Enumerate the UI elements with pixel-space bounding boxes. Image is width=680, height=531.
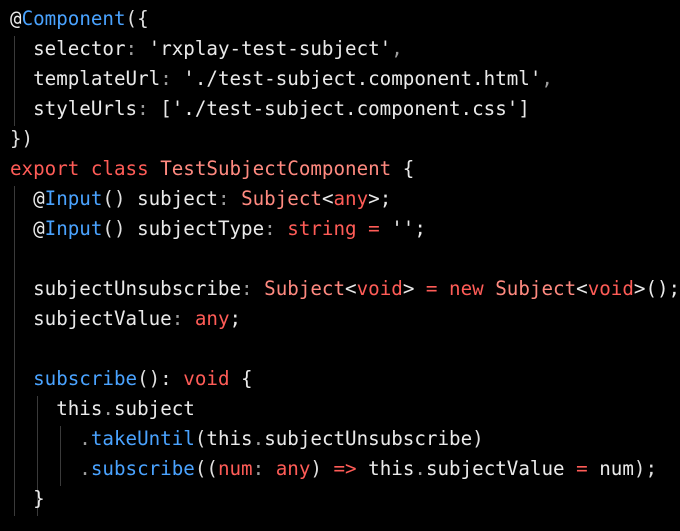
- code-token: }: [10, 487, 45, 510]
- code-token: void: [356, 277, 403, 300]
- code-line: @Input() subjectType: string = '';: [10, 214, 426, 244]
- code-token: Subject: [229, 187, 322, 210]
- code-token: this: [10, 397, 103, 420]
- code-token: ;: [414, 217, 426, 240]
- code-token: ;: [229, 307, 242, 330]
- code-token: num: [217, 457, 253, 480]
- code-token: .: [10, 427, 91, 450]
- code-line: subjectValue: any;: [10, 304, 241, 334]
- code-token: (: [194, 427, 207, 450]
- code-token: subjectType: [125, 217, 265, 240]
- code-line: this.subject: [10, 394, 195, 424]
- code-token: @: [10, 7, 22, 30]
- code-token: @: [10, 217, 45, 240]
- code-token: .: [414, 457, 426, 480]
- code-token: void: [587, 277, 634, 300]
- code-token: takeUntil: [90, 427, 195, 450]
- code-editor[interactable]: @Component({ selector: 'rxplay-test-subj…: [0, 0, 680, 531]
- code-line: selector: 'rxplay-test-subject',: [10, 34, 403, 64]
- code-token: templateUrl: [10, 67, 161, 90]
- code-token: .: [252, 427, 265, 450]
- code-token: =: [356, 217, 380, 240]
- code-token: (): [102, 187, 126, 210]
- code-token: <: [321, 187, 334, 210]
- code-token: ): [472, 427, 484, 450]
- code-token: ,: [541, 67, 553, 90]
- code-token: selector: [10, 37, 126, 60]
- code-token: :: [137, 97, 149, 120]
- code-line: styleUrls: ['./test-subject.component.cs…: [10, 94, 530, 124]
- code-token: ['./test-subject.component.css']: [148, 97, 530, 120]
- code-line: subjectUnsubscribe: Subject<void> = new …: [10, 274, 680, 304]
- code-token: any: [264, 457, 311, 480]
- code-token: TestSubjectComponent: [148, 157, 392, 180]
- code-token: (): [102, 217, 126, 240]
- code-token: :: [217, 187, 230, 210]
- code-line: export class TestSubjectComponent {: [10, 154, 414, 184]
- code-token: Input: [44, 217, 103, 240]
- code-line: @Input() subject: Subject<any>;: [10, 184, 391, 214]
- code-token: subjectValue: [425, 457, 565, 480]
- code-line: }: [10, 484, 45, 514]
- code-token: }): [10, 127, 34, 150]
- code-token: this: [206, 427, 253, 450]
- code-token: <: [576, 277, 588, 300]
- code-token: <: [345, 277, 357, 300]
- code-line: .takeUntil(this.subjectUnsubscribe): [10, 424, 484, 454]
- code-token: './test-subject.component.html': [171, 67, 542, 90]
- code-token: subject: [125, 187, 218, 210]
- code-token: subscribe: [10, 367, 138, 390]
- code-token: ():: [137, 367, 172, 390]
- code-token: >: [402, 277, 415, 300]
- code-line: templateUrl: './test-subject.component.h…: [10, 64, 553, 94]
- code-token: :: [171, 307, 184, 330]
- code-token: :: [264, 217, 276, 240]
- code-token: Component: [21, 7, 126, 30]
- code-token: =>: [321, 457, 357, 480]
- code-token: any: [333, 187, 369, 210]
- code-token: >();: [633, 277, 680, 300]
- code-line: @Component({: [10, 4, 149, 34]
- code-token: new: [437, 277, 484, 300]
- code-token: subject: [113, 397, 195, 420]
- code-token: '': [379, 217, 415, 240]
- code-token: class: [90, 157, 149, 180]
- code-token: {: [229, 367, 253, 390]
- code-token: =: [414, 277, 438, 300]
- code-token: @: [10, 187, 45, 210]
- code-token: 'rxplay-test-subject': [137, 37, 392, 60]
- code-token: :: [125, 37, 138, 60]
- code-token: Subject: [252, 277, 346, 300]
- code-token: >;: [368, 187, 392, 210]
- code-token: this: [356, 457, 415, 480]
- code-token: .: [102, 397, 114, 420]
- code-token: Subject: [483, 277, 577, 300]
- code-token: {: [391, 157, 415, 180]
- code-token: styleUrls: [10, 97, 138, 120]
- code-line: .subscribe((num: any) => this.subjectVal…: [10, 454, 657, 484]
- code-token: string: [275, 217, 357, 240]
- code-token: =: [564, 457, 588, 480]
- code-line: }): [10, 124, 33, 154]
- code-token: subscribe: [90, 457, 195, 480]
- code-token: subjectUnsubscribe: [10, 277, 242, 300]
- code-token: );: [633, 457, 657, 480]
- code-token: ): [310, 457, 322, 480]
- code-token: subjectValue: [10, 307, 172, 330]
- code-token: :: [241, 277, 253, 300]
- code-token: ((: [194, 457, 218, 480]
- code-token: :: [160, 67, 172, 90]
- code-token: .: [10, 457, 91, 480]
- code-token: void: [171, 367, 230, 390]
- code-token: any: [183, 307, 230, 330]
- code-token: export: [10, 157, 80, 180]
- code-token: :: [252, 457, 265, 480]
- code-token: ,: [391, 37, 403, 60]
- code-token: Input: [44, 187, 103, 210]
- code-line: subscribe(): void {: [10, 364, 253, 394]
- code-token: subjectUnsubscribe: [264, 427, 473, 450]
- code-token: ({: [125, 7, 149, 30]
- code-token: num: [587, 457, 634, 480]
